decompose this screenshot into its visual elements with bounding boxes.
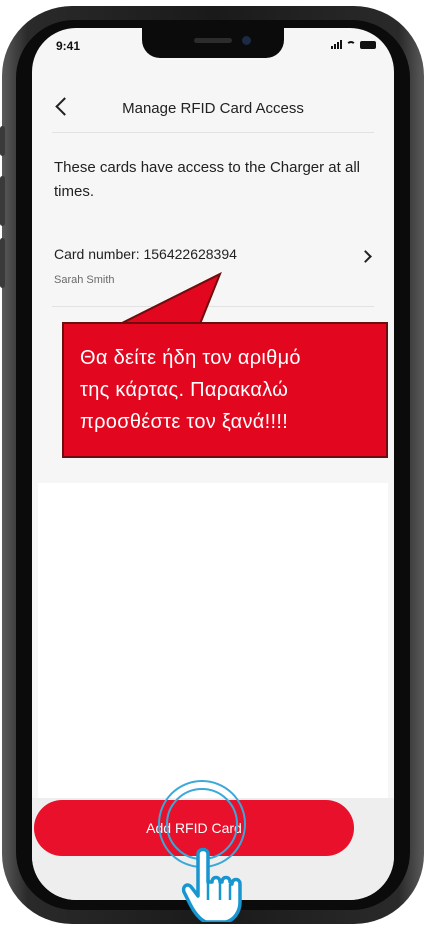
card-divider <box>52 306 374 307</box>
signal-icon <box>331 40 342 49</box>
notch <box>142 28 284 58</box>
volume-down-button <box>0 238 5 288</box>
card-owner: Sarah Smith <box>54 274 115 286</box>
header-divider <box>52 132 374 133</box>
status-icons <box>331 40 376 49</box>
callout-line-2: της κάρτας. Παρακαλώ <box>80 379 289 401</box>
pointing-hand-icon <box>181 847 242 922</box>
card-number: Card number: 156422628394 <box>54 246 237 262</box>
callout-line-3: προσθέστε τον ξανά!!!! <box>80 411 289 433</box>
battery-icon <box>360 41 376 49</box>
access-description: These cards have access to the Charger a… <box>54 159 360 200</box>
status-time: 9:41 <box>56 39 81 53</box>
chevron-right-icon <box>359 250 372 263</box>
app-screen: 9:41 Manage RFID Card Access These cards… <box>32 28 394 900</box>
callout-annotation: Θα δείτε ήδη τον αριθμό της κάρτας. Παρα… <box>62 322 388 458</box>
wifi-icon <box>346 41 356 49</box>
camera <box>242 36 251 45</box>
mute-switch <box>0 126 5 156</box>
empty-list-area <box>38 483 388 803</box>
page-title: Manage RFID Card Access <box>122 100 304 117</box>
callout-text: Θα δείτε ήδη τον αριθμό της κάρτας. Παρα… <box>80 342 380 438</box>
app-header: Manage RFID Card Access <box>32 88 394 132</box>
callout-line-1: Θα δείτε ήδη τον αριθμό <box>80 347 301 369</box>
rfid-card-row[interactable]: Card number: 156422628394 Sarah Smith <box>54 244 374 304</box>
volume-up-button <box>0 176 5 226</box>
speaker <box>194 38 232 43</box>
